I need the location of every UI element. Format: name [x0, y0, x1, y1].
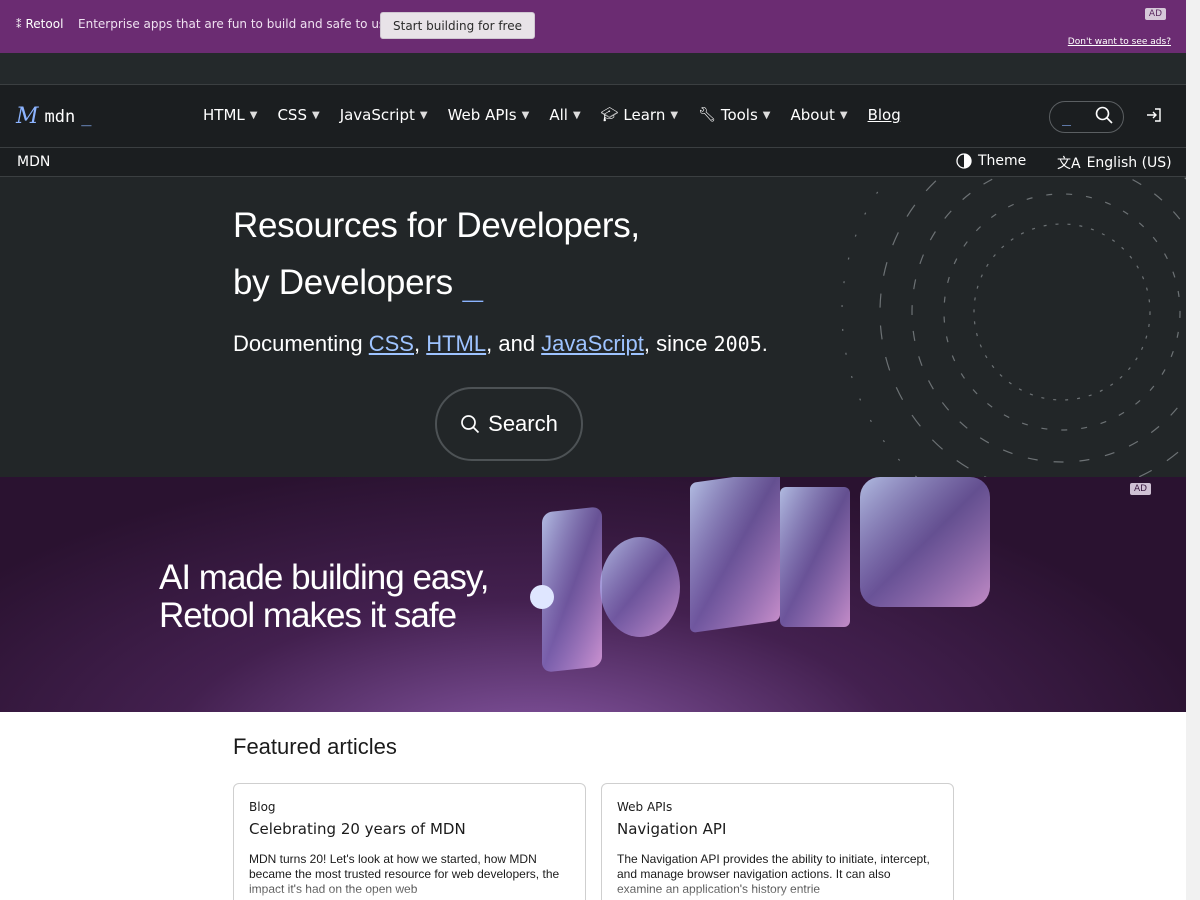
- nav-item-label: About: [790, 106, 835, 124]
- breadcrumb: MDN Theme 文A English (US): [0, 148, 1186, 177]
- ad-tagline: Enterprise apps that are fun to build an…: [78, 17, 393, 31]
- subtitle-separator: ,: [414, 331, 427, 356]
- nav-item-label: HTML: [203, 106, 245, 124]
- nav-item-label: Web APIs: [447, 106, 517, 124]
- ad-badge: AD: [1130, 483, 1152, 495]
- language-switcher[interactable]: 文A English (US): [1057, 153, 1172, 173]
- card-title: Celebrating 20 years of MDN: [249, 820, 466, 838]
- hero-title-line2: by Developers: [233, 263, 453, 302]
- hero-decoration-graphic: [841, 177, 1186, 477]
- hero-section: Resources for Developers, by Developers …: [0, 177, 1186, 477]
- breadcrumb-root[interactable]: MDN: [17, 154, 50, 170]
- card-title: Navigation API: [617, 820, 727, 838]
- nav-item-label: Tools: [720, 106, 758, 124]
- retool-brand-text: Retool: [25, 17, 64, 31]
- graduation-cap-icon: 🎓︎: [600, 107, 619, 123]
- nav-item-javascript[interactable]: JavaScript ▼: [340, 106, 428, 124]
- theme-label: Theme: [978, 153, 1027, 169]
- ad-headline-line2: Retool makes it safe: [159, 596, 457, 635]
- page-scrollbar[interactable]: [1186, 0, 1200, 900]
- css-link[interactable]: CSS: [369, 331, 414, 356]
- nav-menu: HTML ▼ CSS ▼ JavaScript ▼ Web APIs ▼ All…: [203, 106, 921, 124]
- search-cursor: _: [1062, 108, 1072, 126]
- ad-headline-line1: AI made building easy,: [159, 558, 490, 597]
- nav-item-label: CSS: [277, 106, 307, 124]
- language-label: English (US): [1086, 155, 1172, 171]
- chevron-down-icon: ▼: [419, 109, 428, 121]
- logo-text: mdn: [44, 106, 76, 127]
- retool-logo[interactable]: ⁑ Retool: [16, 17, 63, 31]
- nav-item-web-apis[interactable]: Web APIs ▼: [448, 106, 530, 124]
- subtitle-separator: , and: [486, 331, 542, 356]
- subtitle-period: .: [761, 331, 768, 356]
- card-category: Blog: [249, 800, 276, 814]
- nav-item-about[interactable]: About ▼: [791, 106, 848, 124]
- chevron-down-icon: ▼: [670, 109, 679, 121]
- hero-title-line1: Resources for Developers,: [233, 206, 640, 245]
- nav-item-all[interactable]: All ▼: [549, 106, 580, 124]
- subtitle-text: , since: [643, 331, 714, 356]
- nav-item-learn[interactable]: 🎓︎ Learn ▼: [601, 106, 678, 124]
- theme-icon: [956, 153, 972, 169]
- card-fade: [602, 880, 953, 900]
- main-navigation: M mdn _ HTML ▼ CSS ▼ JavaScript ▼ Web AP…: [0, 85, 1186, 148]
- hero-subtitle: Documenting CSS, HTML, and JavaScript, s…: [233, 331, 768, 357]
- retool-ad-banner[interactable]: AI made building easy, Retool makes it s…: [0, 477, 1186, 712]
- mdn-m-icon: M: [16, 104, 39, 129]
- chevron-down-icon: ▼: [572, 109, 581, 121]
- search-button[interactable]: _: [1049, 101, 1124, 133]
- chevron-down-icon: ▼: [521, 109, 530, 121]
- hero-cursor: _: [462, 263, 484, 303]
- card-fade: [234, 880, 585, 900]
- hero-search-button[interactable]: Search: [435, 387, 583, 461]
- login-icon[interactable]: [1146, 107, 1162, 127]
- wrench-icon: 🔧︎: [698, 107, 716, 123]
- logo-cursor: _: [81, 106, 92, 127]
- chevron-down-icon: ▼: [311, 109, 320, 121]
- since-year: 2005: [713, 332, 762, 356]
- nav-item-blog[interactable]: Blog: [868, 106, 901, 124]
- nav-item-tools[interactable]: 🔧︎ Tools ▼: [698, 106, 770, 124]
- hero-search-label: Search: [488, 411, 558, 436]
- ad-headline: AI made building easy, Retool makes it s…: [159, 558, 490, 635]
- featured-heading: Featured articles: [233, 734, 397, 759]
- spacer-strip: [0, 53, 1186, 85]
- nav-item-label: Learn: [623, 106, 666, 124]
- retool-mark-icon: ⁑: [16, 17, 22, 31]
- chevron-down-icon: ▼: [249, 109, 258, 121]
- nav-item-label: All: [549, 106, 568, 124]
- translate-icon: 文A: [1057, 156, 1081, 172]
- ad-badge: AD: [1144, 8, 1166, 20]
- mdn-logo[interactable]: M mdn _: [16, 104, 92, 129]
- chevron-down-icon: ▼: [839, 109, 848, 121]
- card-category: Web APIs: [617, 800, 673, 814]
- javascript-link[interactable]: JavaScript: [541, 331, 644, 356]
- top-ad-banner[interactable]: ⁑ Retool Enterprise apps that are fun to…: [0, 0, 1186, 53]
- nav-item-css[interactable]: CSS ▼: [277, 106, 319, 124]
- theme-switcher[interactable]: Theme: [956, 153, 1026, 169]
- chevron-down-icon: ▼: [762, 109, 771, 121]
- remove-ads-link[interactable]: Don't want to see ads?: [1068, 37, 1171, 47]
- search-icon: [1095, 106, 1113, 129]
- featured-card[interactable]: Blog Celebrating 20 years of MDN MDN tur…: [233, 783, 586, 900]
- nav-item-label: JavaScript: [339, 106, 415, 124]
- glass-shapes-illustration: [530, 477, 990, 672]
- subtitle-text: Documenting: [233, 331, 369, 356]
- search-icon: [461, 415, 480, 434]
- featured-card[interactable]: Web APIs Navigation API The Navigation A…: [601, 783, 954, 900]
- featured-articles-section: Featured articles Blog Celebrating 20 ye…: [0, 712, 1186, 900]
- html-link[interactable]: HTML: [426, 331, 486, 356]
- start-building-button[interactable]: Start building for free: [380, 12, 535, 39]
- nav-item-html[interactable]: HTML ▼: [203, 106, 257, 124]
- hero-title: Resources for Developers, by Developers …: [233, 197, 640, 312]
